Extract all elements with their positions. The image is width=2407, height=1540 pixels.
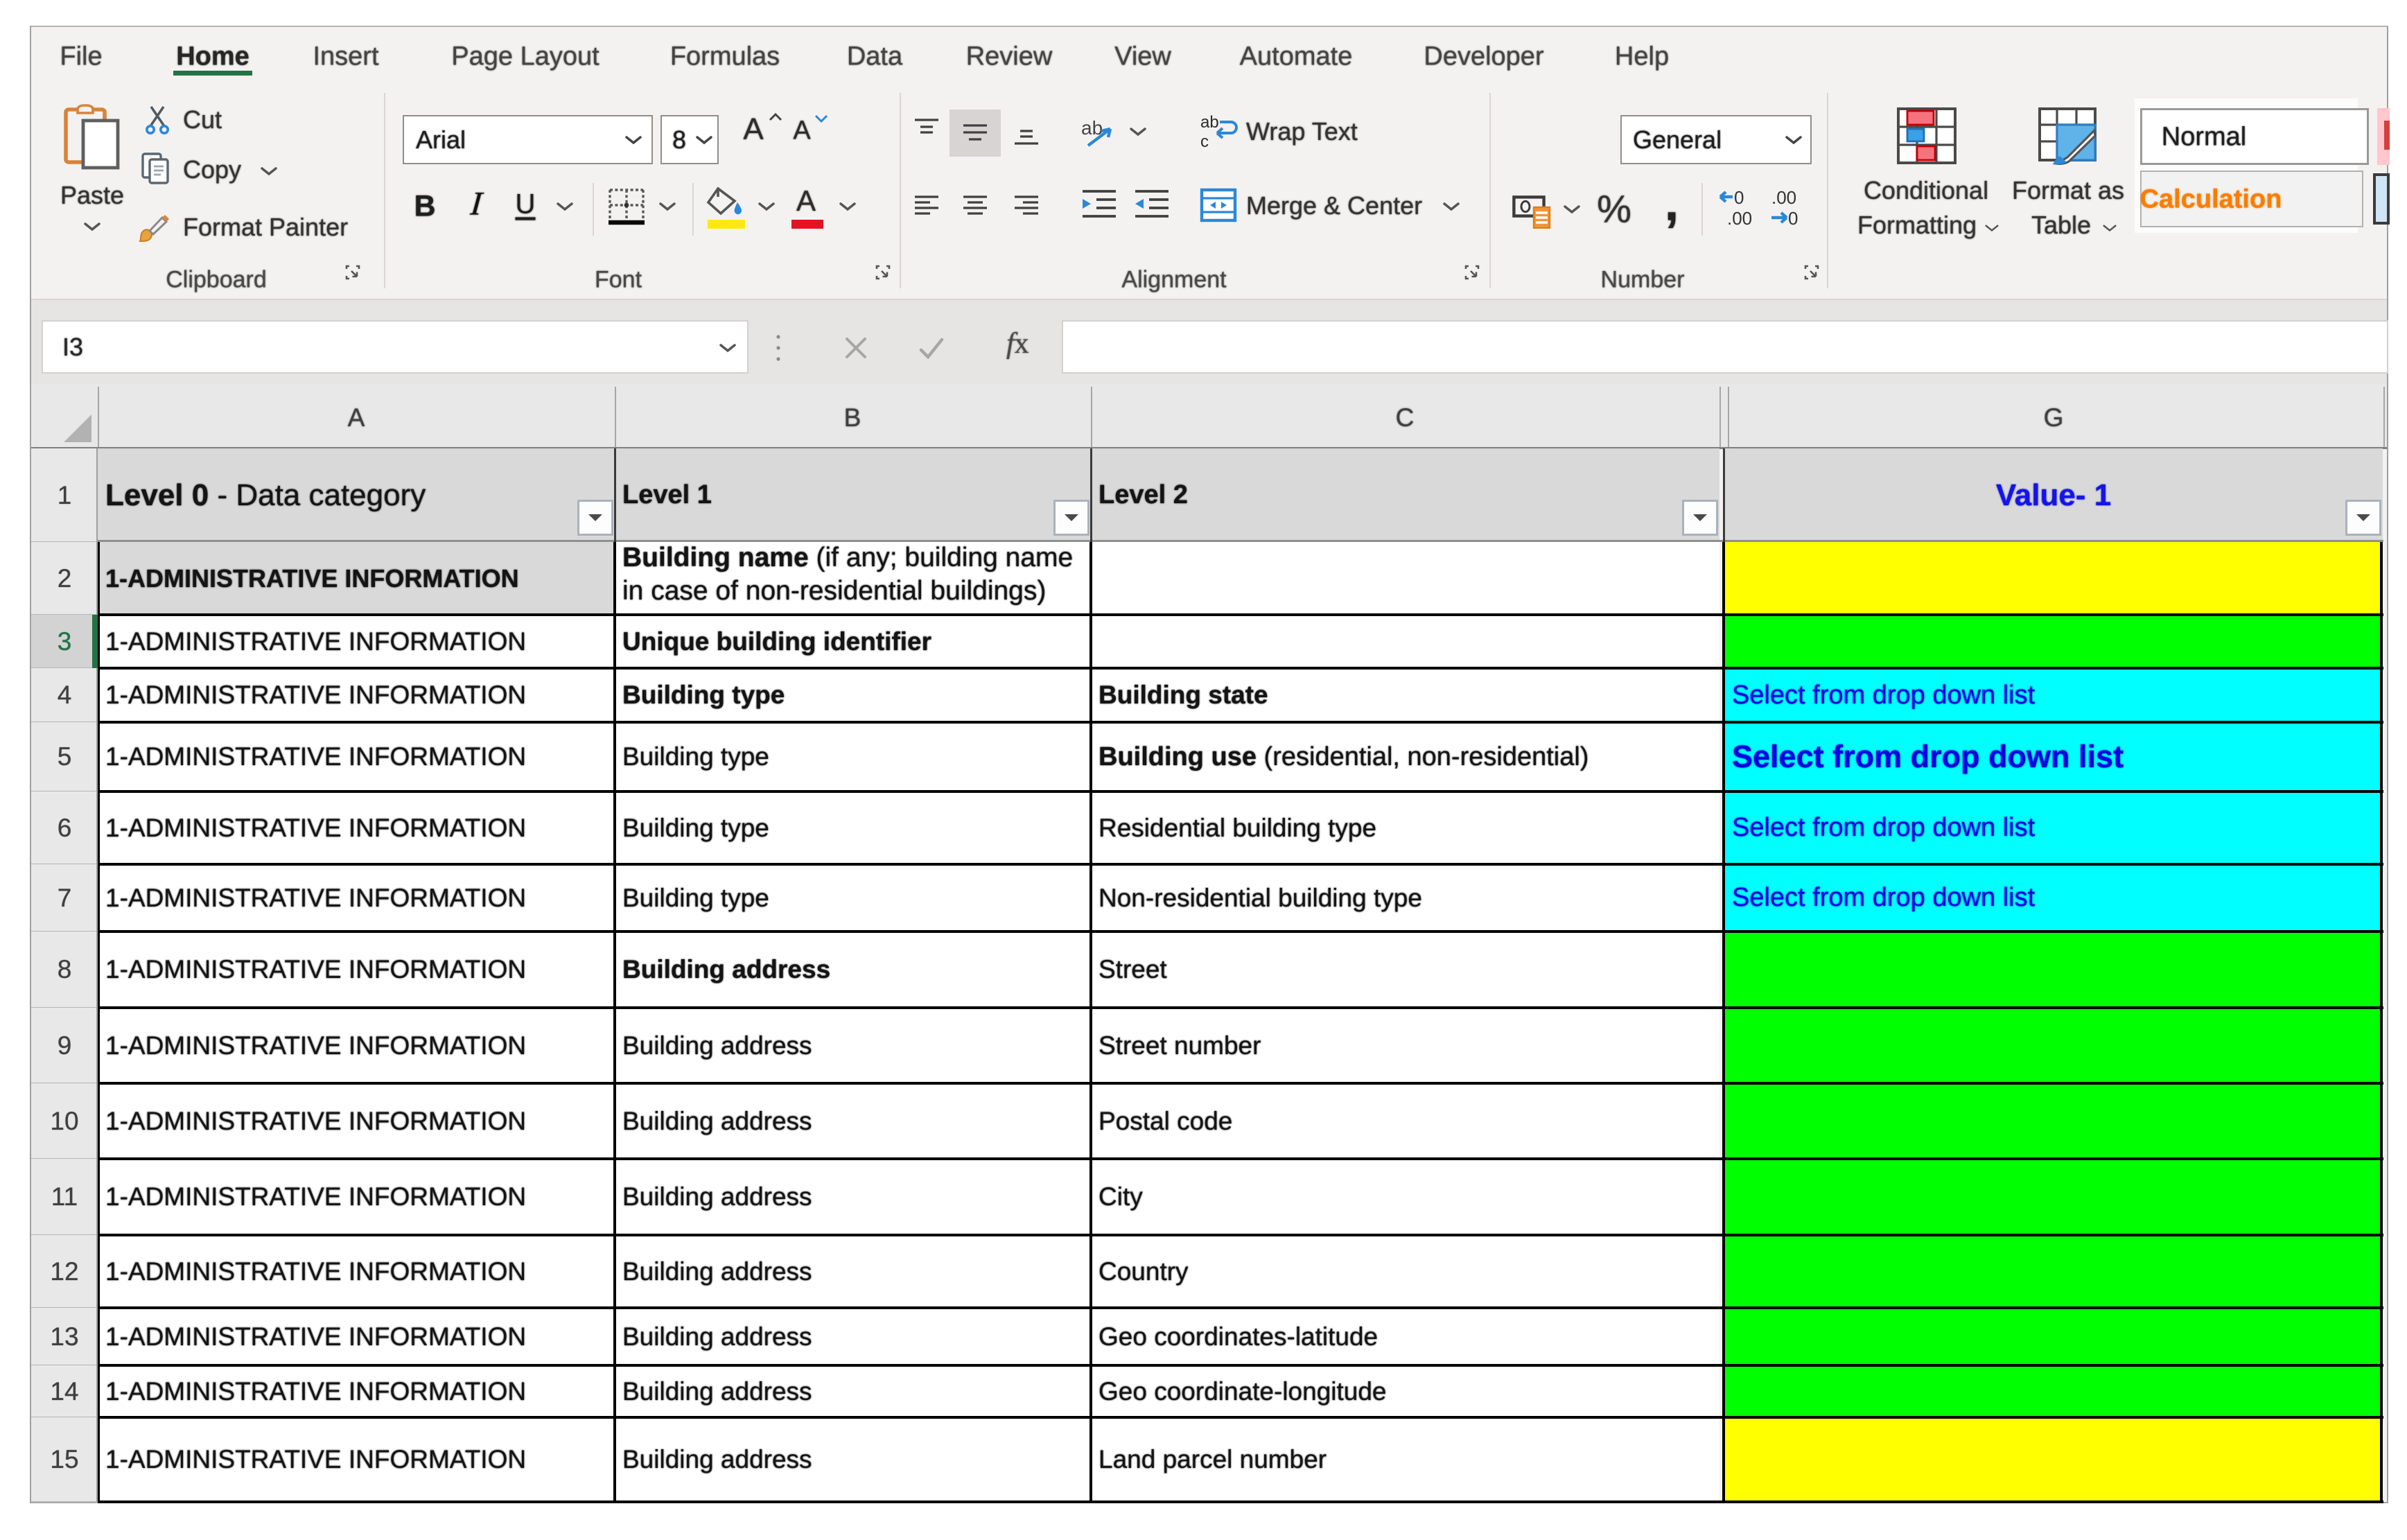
svg-text:c: c [1200, 132, 1209, 151]
svg-text:ab: ab [1200, 113, 1219, 132]
svg-text:.00: .00 [1771, 187, 1796, 208]
svg-text:0: 0 [1788, 208, 1798, 227]
svg-text:.00: .00 [1727, 208, 1752, 227]
svg-text:0: 0 [1734, 187, 1744, 208]
